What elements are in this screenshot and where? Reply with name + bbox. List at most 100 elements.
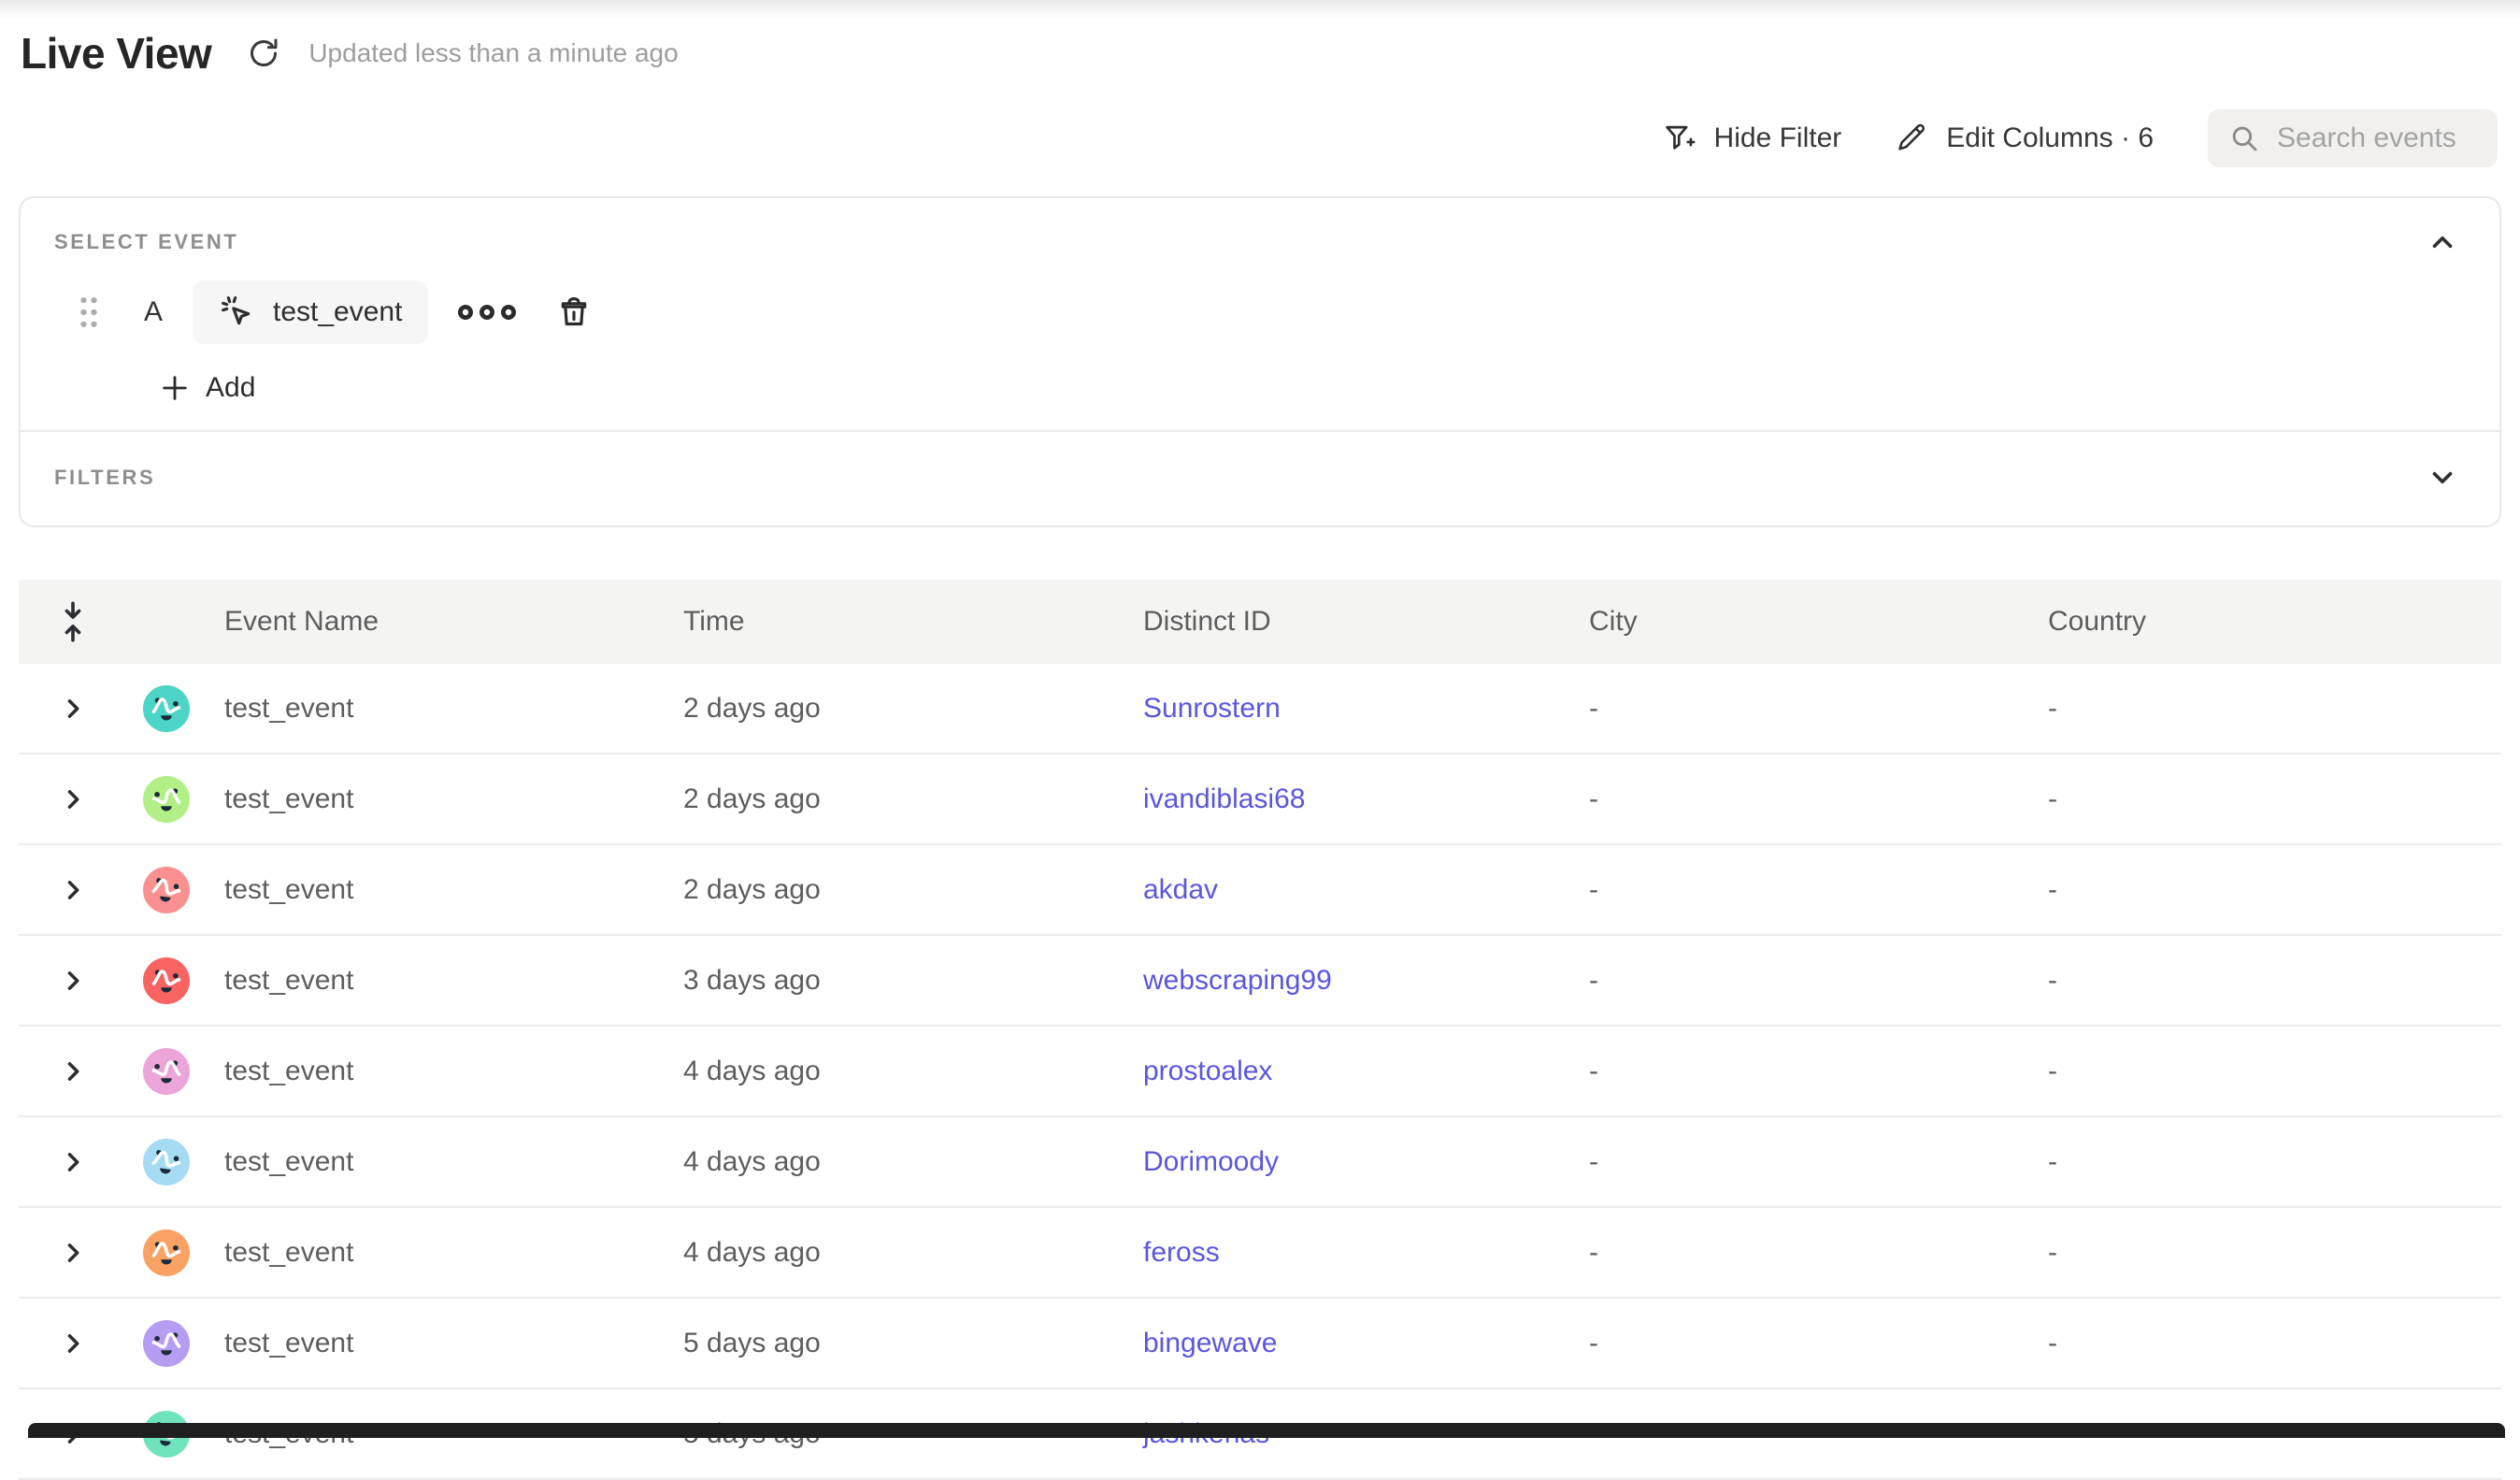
cell-event-name: test_event	[224, 1328, 683, 1359]
cell-city: -	[1589, 1146, 2048, 1178]
cell-event-name: test_event	[224, 965, 683, 997]
table-header-row: Event Name Time Distinct ID City Country	[19, 580, 2501, 664]
refresh-button[interactable]	[243, 33, 284, 74]
cell-time: 3 days ago	[683, 965, 1143, 997]
search-events-box[interactable]	[2208, 109, 2498, 167]
distinct-id-link[interactable]: akdav	[1143, 874, 1218, 905]
page-header: Live View Updated less than a minute ago	[0, 0, 2520, 79]
drag-handle-icon[interactable]	[77, 292, 101, 333]
cell-city: -	[1589, 874, 2048, 906]
row-expander-button[interactable]	[52, 960, 93, 1001]
distinct-id-link[interactable]: webscraping99	[1143, 965, 1332, 996]
distinct-id-link[interactable]: Sunrostern	[1143, 693, 1281, 724]
add-event-label: Add	[206, 372, 255, 404]
query-builder-panel: SELECT EVENT A	[19, 196, 2501, 527]
row-expander-button[interactable]	[52, 1232, 93, 1273]
table-row-prostoalex: test_event 4 days ago prostoalex - -	[19, 1027, 2501, 1117]
cell-city: -	[1589, 1056, 2048, 1087]
user-doodle-avatar[interactable]	[143, 1229, 190, 1276]
table-body: test_event 2 days ago Sunrostern - -	[19, 664, 2501, 1480]
row-expander-button[interactable]	[52, 1051, 93, 1092]
table-row-bingewave: test_event 5 days ago bingewave - -	[19, 1299, 2501, 1389]
cell-city: -	[1589, 965, 2048, 997]
collapse-vertical-icon	[57, 600, 89, 643]
filters-section-header[interactable]: FILTERS	[21, 432, 2499, 525]
select-event-section: SELECT EVENT A	[21, 198, 2499, 430]
event-step-row: A test_event	[77, 280, 2462, 344]
chevron-right-icon	[60, 877, 86, 903]
column-header-distinct-id[interactable]: Distinct ID	[1143, 606, 1589, 638]
expand-filters-button[interactable]	[2423, 458, 2462, 497]
hide-filter-button[interactable]: Hide Filter	[1662, 121, 1842, 156]
row-expander-button[interactable]	[52, 1142, 93, 1183]
edit-columns-label: Edit Columns · 6	[1946, 122, 2154, 154]
row-expander-button[interactable]	[52, 688, 93, 729]
row-expander-button[interactable]	[52, 1323, 93, 1364]
cell-city: -	[1589, 1237, 2048, 1269]
cell-event-name: test_event	[224, 1237, 683, 1269]
pencil-icon	[1896, 122, 1929, 155]
add-event-button[interactable]: Add	[159, 372, 255, 404]
distinct-id-link[interactable]: Dorimoody	[1143, 1146, 1279, 1177]
user-doodle-avatar[interactable]	[143, 867, 190, 913]
distinct-id-link[interactable]: ivandiblasi68	[1143, 783, 1305, 814]
table-row-ivandiblasi68: test_event 2 days ago ivandiblasi68 - -	[19, 754, 2501, 845]
collapse-select-event-button[interactable]	[2423, 223, 2462, 262]
cell-time: 5 days ago	[683, 1328, 1143, 1359]
column-header-time[interactable]: Time	[683, 606, 1143, 638]
select-event-label: SELECT EVENT	[54, 230, 238, 254]
column-header-city[interactable]: City	[1589, 606, 2048, 638]
user-doodle-avatar[interactable]	[143, 1320, 190, 1367]
search-events-input[interactable]	[2277, 122, 2477, 154]
table-row-webscraping99: test_event 3 days ago webscraping99 - -	[19, 936, 2501, 1027]
table-row-Sunrostern: test_event 2 days ago Sunrostern - -	[19, 664, 2501, 754]
chevron-right-icon	[60, 1240, 86, 1266]
cell-country: -	[2048, 1237, 2501, 1269]
cell-event-name: test_event	[224, 874, 683, 906]
table-row-Dorimoody: test_event 4 days ago Dorimoody - -	[19, 1117, 2501, 1208]
table-row-akdav: test_event 2 days ago akdav - -	[19, 845, 2501, 936]
delete-event-button[interactable]	[555, 294, 593, 331]
user-doodle-avatar[interactable]	[143, 685, 190, 732]
column-header-country[interactable]: Country	[2048, 606, 2501, 638]
cell-city: -	[1589, 783, 2048, 815]
cursor-click-icon	[219, 294, 256, 331]
selected-event-button[interactable]: test_event	[193, 280, 428, 344]
cell-city: -	[1589, 693, 2048, 725]
row-expander-button[interactable]	[52, 869, 93, 911]
filters-label: FILTERS	[54, 466, 155, 490]
distinct-id-link[interactable]: feross	[1143, 1237, 1220, 1268]
user-doodle-avatar[interactable]	[143, 1139, 190, 1185]
chevron-right-icon	[60, 1058, 86, 1085]
chevron-right-icon	[60, 1149, 86, 1175]
user-doodle-avatar[interactable]	[143, 776, 190, 823]
cell-time: 4 days ago	[683, 1056, 1143, 1087]
event-options-button[interactable]	[456, 298, 518, 326]
refresh-icon	[245, 35, 282, 72]
user-doodle-avatar[interactable]	[143, 1048, 190, 1095]
events-table: Event Name Time Distinct ID City Country	[19, 580, 2501, 1480]
distinct-id-link[interactable]: bingewave	[1143, 1328, 1277, 1358]
cell-event-name: test_event	[224, 693, 683, 725]
search-icon	[2228, 122, 2260, 154]
row-expander-button[interactable]	[52, 779, 93, 820]
collapse-all-rows-button[interactable]	[50, 593, 96, 651]
distinct-id-link[interactable]: prostoalex	[1143, 1056, 1272, 1086]
cell-time: 2 days ago	[683, 874, 1143, 906]
updated-status-text: Updated less than a minute ago	[308, 38, 678, 68]
user-doodle-avatar[interactable]	[143, 957, 190, 1004]
cell-time: 2 days ago	[683, 783, 1143, 815]
cell-city: -	[1589, 1328, 2048, 1359]
hide-filter-label: Hide Filter	[1714, 122, 1842, 154]
edit-columns-button[interactable]: Edit Columns · 6	[1896, 122, 2154, 155]
cell-event-name: test_event	[224, 783, 683, 815]
cell-time: 2 days ago	[683, 693, 1143, 725]
cell-time: 4 days ago	[683, 1146, 1143, 1178]
toolbar: Hide Filter Edit Columns · 6	[0, 79, 2520, 168]
filter-plus-icon	[1662, 121, 1697, 156]
cell-country: -	[2048, 1056, 2501, 1087]
cell-event-name: test_event	[224, 1146, 683, 1178]
bottom-window-edge	[28, 1423, 2505, 1438]
cell-country: -	[2048, 965, 2501, 997]
column-header-event-name[interactable]: Event Name	[224, 606, 683, 638]
